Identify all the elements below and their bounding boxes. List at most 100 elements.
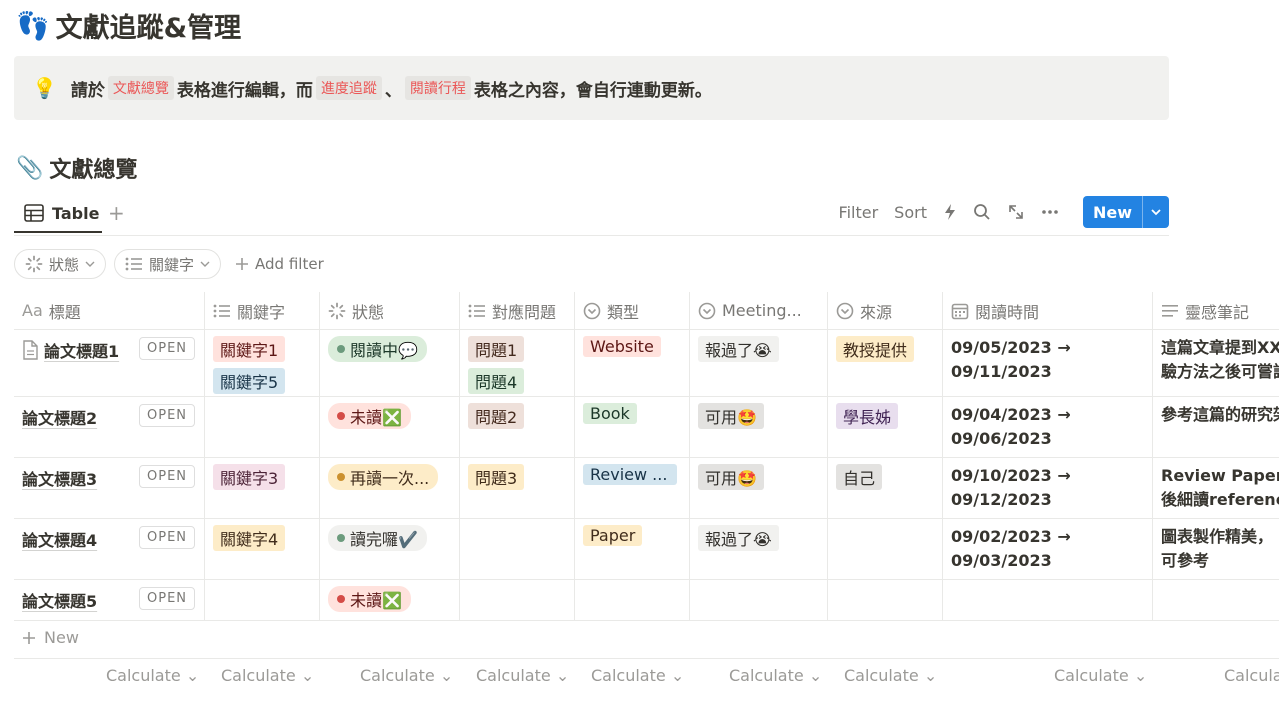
tag-keyword: 關鍵字4	[213, 525, 286, 551]
cell-question[interactable]: 問題2	[459, 397, 574, 457]
cell-source[interactable]	[827, 519, 942, 579]
cell-status[interactable]: 閱讀中💬	[319, 330, 459, 396]
cell-status[interactable]: 未讀❎	[319, 580, 459, 620]
cell-type[interactable]	[574, 580, 689, 620]
calculate-keyword[interactable]: Calculate ⌄	[221, 666, 314, 685]
page-title-text[interactable]: 文獻追蹤&管理	[56, 6, 242, 45]
table-row[interactable]: 論文標題2 OPEN 未讀❎ 問題2 Book 可用🤩 學長姊 09/04/20…	[14, 397, 1279, 458]
tag-source: 學長姊	[836, 403, 899, 429]
calculate-type[interactable]: Calculate ⌄	[591, 666, 684, 685]
column-header-type[interactable]: 類型	[574, 292, 689, 329]
cell-question[interactable]: 問題3	[459, 458, 574, 518]
cell-source[interactable]: 學長姊	[827, 397, 942, 457]
chevron-down-icon[interactable]	[1142, 196, 1169, 228]
open-button[interactable]: OPEN	[139, 337, 196, 360]
tag-keyword: 關鍵字3	[213, 464, 286, 490]
column-header-question[interactable]: 對應問題	[459, 292, 574, 329]
tab-table[interactable]: Table	[14, 195, 102, 233]
filter-button[interactable]: Filter	[839, 203, 879, 222]
add-row-button[interactable]: New	[22, 628, 79, 647]
more-icon[interactable]	[1041, 209, 1059, 215]
cell-notes[interactable]: 參考這篇的研究架	[1152, 397, 1279, 457]
table-row[interactable]: 論文標題5 OPEN 未讀❎	[14, 580, 1279, 621]
calculate-source[interactable]: Calculate ⌄	[844, 666, 937, 685]
cell-status[interactable]: 未讀❎	[319, 397, 459, 457]
cell-keyword[interactable]: 關鍵字3	[204, 458, 319, 518]
cell-type[interactable]: Website	[574, 330, 689, 396]
cell-read-time[interactable]	[942, 580, 1152, 620]
cell-meeting[interactable]: 可用🤩	[689, 397, 827, 457]
add-filter-button[interactable]: Add filter	[229, 255, 324, 273]
cell-keyword[interactable]: 關鍵字4	[204, 519, 319, 579]
callout-block[interactable]: 💡 請於 文獻總覽 表格進行編輯，而 進度追蹤 、 閱讀行程 表格之內容，會自行…	[14, 56, 1169, 120]
paperclip-icon: 📎	[16, 155, 44, 181]
search-icon[interactable]	[973, 203, 991, 221]
table-row[interactable]: 論文標題3 OPEN 關鍵字3 再讀一次... 問題3 Review ... 可…	[14, 458, 1279, 519]
note-line: 驗方法之後可嘗試	[1161, 362, 1279, 381]
view-toolbar: Filter Sort New	[823, 195, 1169, 229]
cell-source[interactable]: 教授提供	[827, 330, 942, 396]
cell-meeting[interactable]: 報過了😭	[689, 330, 827, 396]
expand-icon[interactable]	[1007, 203, 1025, 221]
column-header-meeting[interactable]: Meeting...	[689, 292, 827, 329]
open-button[interactable]: OPEN	[139, 587, 196, 610]
calculate-meeting[interactable]: Calculate ⌄	[729, 666, 822, 685]
note-line: 後細讀reference	[1161, 490, 1279, 509]
cell-notes[interactable]	[1152, 580, 1279, 620]
date-start: 09/04/2023 →	[951, 405, 1071, 424]
cell-question[interactable]	[459, 519, 574, 579]
calculate-notes[interactable]: Calcula	[1224, 666, 1279, 685]
new-button[interactable]: New	[1082, 196, 1169, 228]
cell-source[interactable]: 自己	[827, 458, 942, 518]
cell-type[interactable]: Book	[574, 397, 689, 457]
date-end: 09/03/2023	[951, 551, 1052, 570]
calculate-read-time[interactable]: Calculate ⌄	[1054, 666, 1147, 685]
cell-keyword[interactable]	[204, 397, 319, 457]
open-button[interactable]: OPEN	[139, 526, 196, 549]
cell-meeting[interactable]	[689, 580, 827, 620]
cell-type[interactable]: Review ...	[574, 458, 689, 518]
cell-notes[interactable]: Review Paper， 後細讀reference	[1152, 458, 1279, 518]
page-icon	[23, 340, 38, 360]
column-header-status[interactable]: 狀態	[319, 292, 459, 329]
column-header-notes[interactable]: 靈感筆記	[1152, 292, 1279, 329]
cell-meeting[interactable]: 報過了😭	[689, 519, 827, 579]
cell-keyword[interactable]	[204, 580, 319, 620]
note-line: 這篇文章提到XX	[1161, 338, 1279, 357]
database-title[interactable]: 📎 文獻總覽	[16, 152, 137, 184]
column-header-read-time[interactable]: 閱讀時間	[942, 292, 1152, 329]
cell-question[interactable]: 問題1 問題4	[459, 330, 574, 396]
filter-status[interactable]: 狀態	[14, 249, 107, 279]
status-icon	[328, 302, 346, 319]
cell-read-time[interactable]: 09/02/2023 → 09/03/2023	[942, 519, 1152, 579]
cell-question[interactable]	[459, 580, 574, 620]
view-bar: Table + Filter Sort New	[14, 195, 1169, 236]
cell-meeting[interactable]: 可用🤩	[689, 458, 827, 518]
add-view-icon[interactable]: +	[108, 201, 125, 225]
open-button[interactable]: OPEN	[139, 465, 196, 488]
cell-read-time[interactable]: 09/10/2023 → 09/12/2023	[942, 458, 1152, 518]
date-start: 09/02/2023 →	[951, 527, 1071, 546]
open-button[interactable]: OPEN	[139, 404, 196, 427]
cell-notes[interactable]: 這篇文章提到XX 驗方法之後可嘗試	[1152, 330, 1279, 396]
cell-read-time[interactable]: 09/05/2023 → 09/11/2023	[942, 330, 1152, 396]
table-row[interactable]: 論文標題4 OPEN 關鍵字4 讀完囉✔️ Paper 報過了😭 09/02/2…	[14, 519, 1279, 580]
cell-source[interactable]	[827, 580, 942, 620]
filter-keyword[interactable]: 關鍵字	[114, 249, 222, 279]
calculate-status[interactable]: Calculate ⌄	[360, 666, 453, 685]
automation-icon[interactable]	[943, 203, 957, 221]
calculate-question[interactable]: Calculate ⌄	[476, 666, 569, 685]
column-header-source[interactable]: 來源	[827, 292, 942, 329]
column-header-title[interactable]: Aa 標題	[14, 292, 204, 329]
cell-type[interactable]: Paper	[574, 519, 689, 579]
cell-status[interactable]: 讀完囉✔️	[319, 519, 459, 579]
filter-bar: 狀態 關鍵字 Add filter	[14, 249, 324, 279]
sort-button[interactable]: Sort	[894, 203, 927, 222]
cell-notes[interactable]: 圖表製作精美， 可參考	[1152, 519, 1279, 579]
table-row[interactable]: 論文標題1 OPEN 關鍵字1 關鍵字5 閱讀中💬 問題1 問題4 Websit…	[14, 330, 1279, 397]
cell-status[interactable]: 再讀一次...	[319, 458, 459, 518]
cell-read-time[interactable]: 09/04/2023 → 09/06/2023	[942, 397, 1152, 457]
cell-keyword[interactable]: 關鍵字1 關鍵字5	[204, 330, 319, 396]
calculate-title[interactable]: Calculate ⌄	[106, 666, 199, 685]
column-header-keyword[interactable]: 關鍵字	[204, 292, 319, 329]
